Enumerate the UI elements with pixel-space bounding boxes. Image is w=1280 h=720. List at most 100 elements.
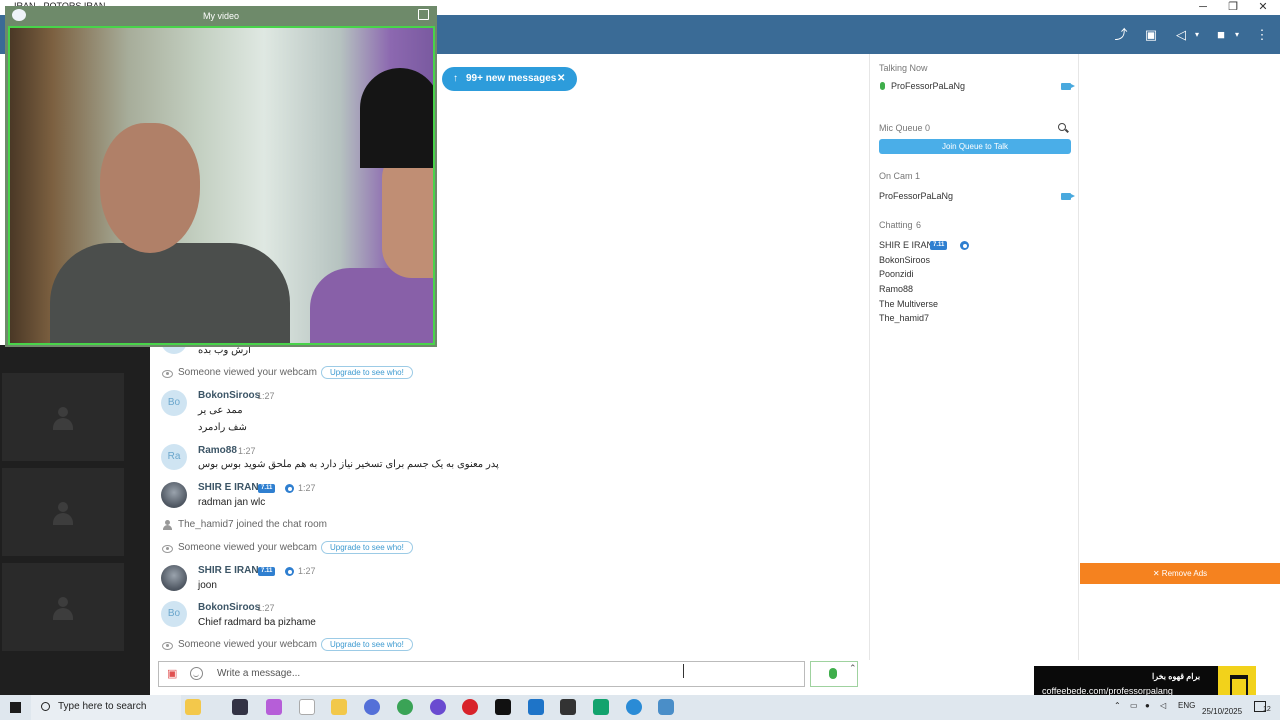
upgrade-button[interactable]: Upgrade to see who! — [321, 366, 413, 379]
gift-icon[interactable]: ▣ — [167, 668, 179, 680]
app-icon[interactable] — [430, 699, 446, 715]
message-time: 1:27 — [257, 603, 275, 613]
taskbar-search[interactable]: Type here to search — [31, 695, 181, 720]
share-icon[interactable]: ⤴ — [1110, 25, 1132, 45]
app-logo-icon — [12, 9, 26, 21]
user-icon — [163, 520, 172, 530]
upgrade-button[interactable]: Upgrade to see who! — [321, 541, 413, 554]
user-list-item[interactable]: The_hamid7 — [879, 313, 929, 323]
language-indicator[interactable]: ENG — [1178, 701, 1195, 710]
camera-icon[interactable] — [1061, 193, 1075, 200]
chrome-icon[interactable] — [397, 699, 413, 715]
video-title: My video — [202, 11, 239, 21]
task-view-icon[interactable] — [232, 699, 248, 715]
verified-icon — [960, 241, 969, 250]
eye-icon — [162, 642, 173, 650]
user-list-item[interactable]: Ramo88 — [879, 284, 913, 294]
camera-slot[interactable] — [2, 563, 124, 651]
system-message: Someone viewed your webcam — [178, 367, 317, 378]
rank-badge: 7.11 — [258, 567, 276, 576]
close-icon[interactable]: ✕ — [557, 67, 565, 91]
camera-slot[interactable] — [2, 468, 124, 556]
talking-user[interactable]: ProFessorPaLaNg — [891, 81, 965, 91]
message-author[interactable]: BokonSiroos — [198, 602, 260, 613]
avatar[interactable] — [161, 482, 187, 508]
message-author[interactable]: SHIR E IRAN — [198, 482, 259, 493]
system-message: The_hamid7 joined the chat room — [178, 519, 327, 530]
app-icon[interactable] — [528, 699, 544, 715]
eye-icon — [162, 370, 173, 378]
app-icon[interactable] — [593, 699, 609, 715]
cam-user[interactable]: ProFessorPaLaNg — [879, 191, 953, 201]
user-list-item[interactable]: BokonSiroos — [879, 255, 930, 265]
chatting-label: Chatting — [879, 220, 913, 230]
message-author[interactable]: SHIR E IRAN — [198, 565, 259, 576]
message-time: 1:27 — [298, 566, 316, 576]
more-icon[interactable]: ⋮ — [1251, 25, 1273, 45]
person-shape — [100, 123, 200, 253]
chevron-up-icon[interactable]: ⌃ — [849, 663, 857, 674]
avatar[interactable]: Bo — [161, 390, 187, 416]
text-cursor-icon — [683, 664, 687, 678]
speaker-icon[interactable]: ◁ — [1170, 25, 1192, 45]
new-messages-button[interactable]: ↑ 99+ new messages ✕ — [442, 67, 577, 91]
avatar[interactable]: Bo — [161, 601, 187, 627]
folder-icon[interactable] — [331, 699, 347, 715]
camera-icon[interactable] — [1061, 83, 1075, 90]
restore-button[interactable]: ❐ — [1218, 0, 1248, 15]
mic-button[interactable]: ⌃ — [810, 661, 858, 687]
coffee-title: برام قهوه بخرا — [1152, 672, 1201, 681]
message-text: Chief radmard ba pizhame — [198, 617, 316, 628]
popout-icon[interactable] — [418, 9, 429, 20]
my-video-window[interactable]: My video — [5, 6, 437, 347]
tray-chevron-icon[interactable]: ⌃ — [1114, 701, 1121, 710]
chevron-down-icon[interactable]: ▾ — [1190, 25, 1204, 45]
windows-start-icon[interactable] — [10, 702, 21, 713]
telegram-icon[interactable] — [626, 699, 642, 715]
message-time: 1:27 — [257, 391, 275, 401]
message-time: 1:27 — [298, 483, 316, 493]
verified-icon — [285, 567, 294, 576]
chatting-count: 6 — [916, 220, 922, 230]
avatar[interactable] — [161, 565, 187, 591]
terminal-icon[interactable] — [495, 699, 511, 715]
opera-icon[interactable] — [462, 699, 478, 715]
message-author[interactable]: Ramo88 — [198, 445, 237, 456]
person-shape — [310, 268, 433, 343]
close-window-button[interactable]: ✕ — [1248, 0, 1278, 15]
camera-rail — [0, 345, 150, 695]
app-icon[interactable] — [266, 699, 282, 715]
copilot-icon[interactable] — [185, 699, 201, 715]
camera-icon[interactable]: ■ — [1210, 25, 1232, 45]
user-list-item[interactable]: SHIR E IRAN — [879, 240, 933, 250]
file-icon[interactable] — [299, 699, 315, 715]
message-author[interactable]: BokonSiroos — [198, 390, 260, 401]
minimize-button[interactable]: ─ — [1188, 0, 1218, 15]
user-placeholder-icon — [52, 597, 74, 621]
upgrade-button[interactable]: Upgrade to see who! — [321, 638, 413, 651]
join-queue-button[interactable]: Join Queue to Talk — [879, 139, 1071, 154]
message-input[interactable]: ▣ Write a message... — [158, 661, 805, 687]
camera-slot[interactable] — [2, 373, 124, 461]
user-placeholder-icon — [52, 502, 74, 526]
gift-icon[interactable]: ▣ — [1140, 25, 1162, 45]
talking-now-label: Talking Now — [879, 63, 928, 73]
user-list-item[interactable]: The Multiverse — [879, 299, 938, 309]
chat-app-icon[interactable] — [658, 699, 674, 715]
taskbar-date[interactable]: 25/10/2025 — [1202, 707, 1242, 716]
avatar[interactable]: Ra — [161, 444, 187, 470]
volume-icon[interactable]: ◁ — [1160, 701, 1166, 710]
app-icon[interactable] — [364, 699, 380, 715]
mic-tray-icon[interactable]: ● — [1145, 701, 1150, 710]
new-messages-label: 99+ new messages — [466, 73, 557, 84]
chevron-down-icon[interactable]: ▾ — [1230, 25, 1244, 45]
search-icon[interactable] — [1058, 123, 1066, 131]
mic-icon — [880, 82, 885, 90]
message-text: شف رادمرد — [198, 422, 247, 433]
emoji-icon[interactable] — [190, 667, 203, 680]
user-list-item[interactable]: Poonzidi — [879, 269, 914, 279]
remove-ads-button[interactable]: ✕ Remove Ads — [1080, 563, 1280, 584]
shield-icon[interactable] — [560, 699, 576, 715]
webcam-feed — [8, 26, 435, 345]
network-icon[interactable]: ▭ — [1130, 701, 1138, 710]
